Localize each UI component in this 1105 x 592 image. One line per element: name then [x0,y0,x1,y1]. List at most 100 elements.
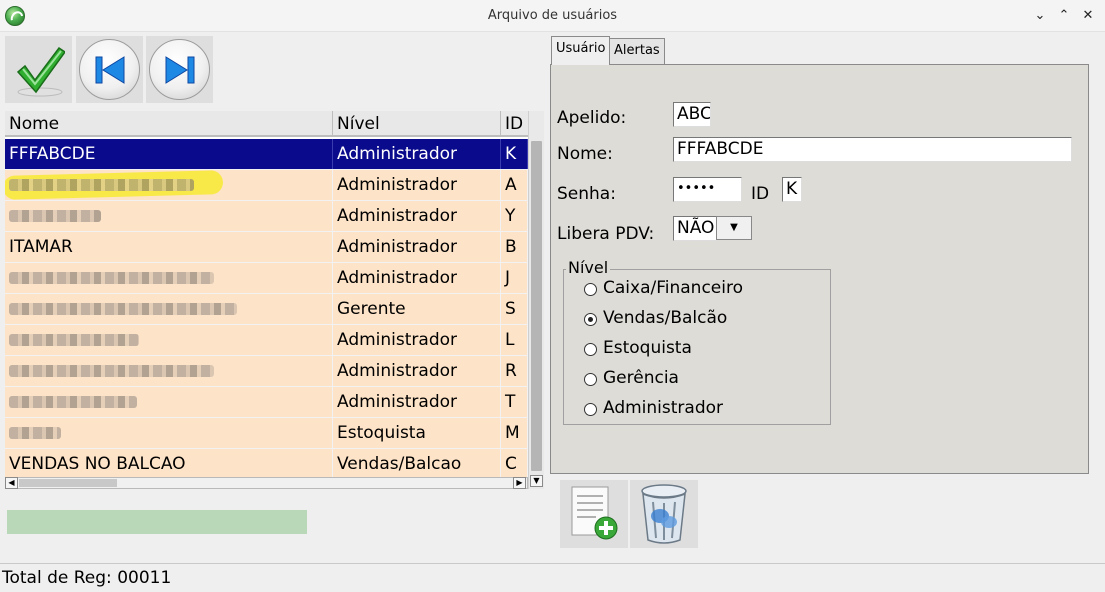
radio-label: Caixa/Financeiro [603,278,743,298]
radio-label: Vendas/Balcão [603,308,728,328]
table-row[interactable]: Administrador L [5,325,528,356]
apelido-field[interactable]: ABC [673,102,711,127]
cell-id: A [501,170,528,200]
tab-alertas[interactable]: Alertas [609,38,665,64]
title-bar: Arquivo de usuários ⌄ ⌃ ✕ [0,0,1105,32]
cell-nivel: Gerente [333,294,501,324]
cell-nome-redacted [5,325,333,355]
delete-user-button[interactable] [630,480,698,548]
cell-nivel: Administrador [333,356,501,386]
table-row[interactable]: Estoquista M [5,418,528,449]
cell-id: K [501,139,528,169]
grid-horizontal-scrollbar[interactable]: ◀ ▶ [5,477,528,489]
nome-field[interactable]: FFFABCDE [673,137,1072,162]
total-records: Total de Reg: 00011 [2,568,172,588]
skip-first-icon [95,56,125,84]
skip-next-icon [165,56,195,84]
libera-pdv-label: Libera PDV: [557,224,655,244]
column-header-nome[interactable]: Nome [5,111,333,137]
cell-nivel: Administrador [333,139,501,169]
column-header-id[interactable]: ID [501,111,528,137]
redacted-text [9,427,61,439]
cell-id: Y [501,201,528,231]
vertical-scroll-thumb[interactable] [531,141,542,471]
cell-id: R [501,356,528,386]
cell-nome: VENDAS NO BALCAO [5,449,333,477]
radio-label: Estoquista [603,338,692,358]
table-row[interactable]: Administrador Y [5,201,528,232]
checkmark-icon [16,46,65,97]
horizontal-scroll-thumb[interactable] [19,479,117,487]
first-record-button[interactable] [76,36,143,103]
cell-nome-redacted [5,418,333,448]
senha-label: Senha: [557,184,616,204]
minimize-button[interactable]: ⌄ [1030,6,1050,26]
cell-nivel: Administrador [333,325,501,355]
apelido-label: Apelido: [557,108,627,128]
window-title: Arquivo de usuários [487,8,618,23]
cell-nome: FFFABCDE [5,139,333,169]
nivel-group-title: Nível [566,258,611,277]
users-grid[interactable]: Nome Nível ID FFFABCDE Administrador K A… [5,111,528,477]
cell-id: M [501,418,528,448]
cell-id: S [501,294,528,324]
cell-nivel: Administrador [333,232,501,262]
senha-field[interactable]: ••••• [673,177,742,202]
confirm-button[interactable] [5,36,72,103]
status-bar: Total de Reg: 00011 [0,563,1105,592]
redacted-text [9,396,137,408]
cell-nome-redacted [5,201,333,231]
table-row[interactable]: Administrador A [5,170,528,201]
cell-id: L [501,325,528,355]
cell-nome-redacted [5,387,333,417]
cell-id: B [501,232,528,262]
grid-vertical-scrollbar[interactable]: ▼ [528,111,544,489]
cell-nome-redacted [5,170,333,200]
id-label: ID [751,184,770,204]
next-record-button[interactable] [146,36,213,103]
cell-nivel: Administrador [333,263,501,293]
progress-bar [7,510,307,534]
radio-circle [584,283,597,296]
cell-nivel: Vendas/Balcao [333,449,501,477]
table-row[interactable]: Administrador J [5,263,528,294]
cell-nivel: Administrador [333,201,501,231]
cell-nivel: Estoquista [333,418,501,448]
scroll-right-arrow-icon[interactable]: ▶ [513,477,526,489]
cell-nome-redacted [5,294,333,324]
redacted-text [9,334,139,346]
new-user-button[interactable] [560,480,628,548]
trash-icon [641,484,687,544]
redacted-text [9,303,237,315]
radio-circle [584,373,597,386]
column-header-nivel[interactable]: Nível [333,111,501,137]
cell-nome: ITAMAR [5,232,333,262]
radio-label: Administrador [603,398,724,418]
table-row[interactable]: FFFABCDE Administrador K [5,139,528,170]
cell-nome-redacted [5,263,333,293]
redacted-text [9,365,214,377]
table-row[interactable]: ITAMAR Administrador B [5,232,528,263]
close-button[interactable]: ✕ [1078,6,1098,26]
maximize-button[interactable]: ⌃ [1054,6,1074,26]
table-row[interactable]: Gerente S [5,294,528,325]
radio-label: Gerência [603,368,679,388]
cell-id: C [501,449,528,477]
id-field[interactable]: K [782,177,802,202]
nome-label: Nome: [557,144,613,164]
grid-header: Nome Nível ID [5,111,528,137]
table-row[interactable]: Administrador T [5,387,528,418]
table-row[interactable]: VENDAS NO BALCAO Vendas/Balcao C [5,449,528,477]
scroll-down-arrow-icon[interactable]: ▼ [530,475,543,487]
redacted-text [9,272,214,284]
new-document-icon [571,486,618,540]
cell-id: T [501,387,528,417]
cell-nome-redacted [5,356,333,386]
cell-nivel: Administrador [333,387,501,417]
tab-usuario[interactable]: Usuário [551,36,611,65]
libera-pdv-select[interactable]: NÃO [673,216,717,241]
radio-circle [584,403,597,416]
scroll-left-arrow-icon[interactable]: ◀ [5,477,18,489]
table-row[interactable]: Administrador R [5,356,528,387]
chevron-down-icon[interactable]: ▼ [716,216,752,240]
